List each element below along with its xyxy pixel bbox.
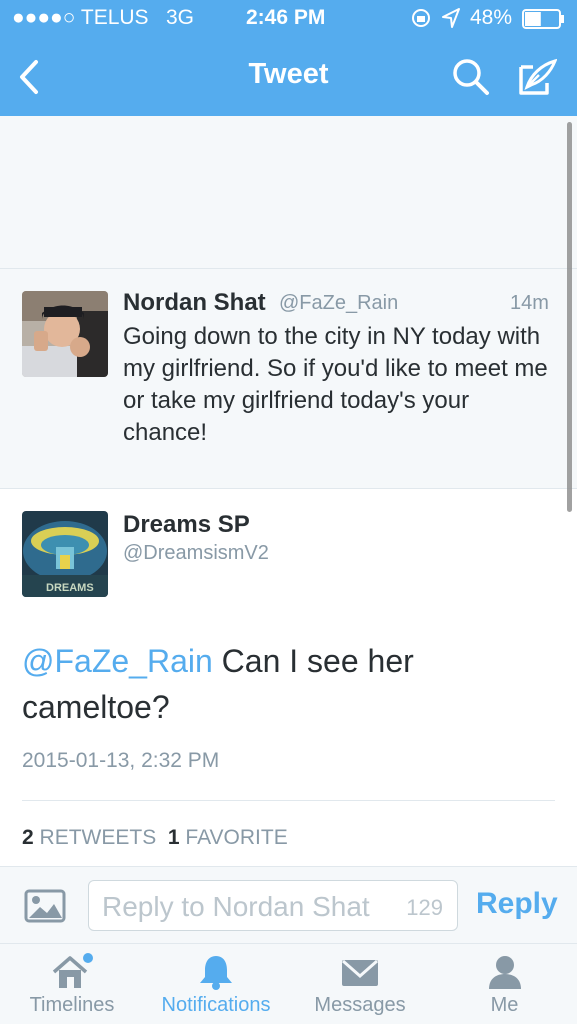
envelope-icon bbox=[340, 952, 380, 997]
location-arrow-icon bbox=[441, 7, 461, 35]
network-label: 3G bbox=[166, 6, 195, 29]
nav-bar: Tweet bbox=[0, 38, 577, 116]
tweet-text: @FaZe_Rain Can I see her cameltoe? bbox=[22, 638, 552, 730]
home-icon bbox=[50, 952, 94, 997]
avatar-label: DREAMS bbox=[46, 582, 94, 594]
search-icon[interactable] bbox=[446, 52, 496, 102]
tab-bar: Timelines Notifications Messages Me bbox=[0, 944, 577, 1024]
author-name: Nordan Shat bbox=[123, 289, 266, 316]
unread-dot bbox=[83, 953, 93, 963]
reply-input[interactable]: Reply to Nordan Shat 129 bbox=[88, 880, 458, 931]
compose-icon[interactable] bbox=[512, 52, 562, 102]
tweet-date: 2015-01-13, 2:32 PM bbox=[22, 749, 220, 772]
mention-link[interactable]: @FaZe_Rain bbox=[22, 643, 213, 679]
favorites-count: 1 bbox=[167, 826, 180, 849]
reply-bar: Reply to Nordan Shat 129 Reply bbox=[0, 866, 577, 944]
tab-label: Messages bbox=[314, 994, 406, 1016]
reply-placeholder: Reply to Nordan Shat bbox=[102, 891, 370, 922]
battery-icon bbox=[522, 9, 566, 35]
char-count: 129 bbox=[406, 895, 443, 920]
divider bbox=[0, 268, 577, 269]
status-bar: ●●●●○ TELUS 3G 2:46 PM 48% bbox=[0, 0, 577, 38]
tweet-stats: 2 RETWEETS 1 FAVORITE bbox=[22, 826, 288, 850]
author-handle[interactable]: @DreamsismV2 bbox=[123, 542, 269, 565]
author-handle[interactable]: @FaZe_Rain bbox=[279, 292, 398, 315]
retweets-label: RETWEETS bbox=[39, 826, 157, 849]
tab-label: Timelines bbox=[29, 994, 115, 1016]
avatar[interactable]: DREAMS bbox=[22, 511, 108, 597]
avatar[interactable] bbox=[22, 291, 108, 377]
scrollbar[interactable] bbox=[567, 122, 572, 512]
divider bbox=[22, 800, 555, 801]
tab-notifications[interactable]: Notifications bbox=[144, 944, 288, 1024]
tweet-text: Going down to the city in NY today with … bbox=[123, 323, 548, 446]
tab-label: Notifications bbox=[161, 994, 271, 1016]
header: ●●●●○ TELUS 3G 2:46 PM 48% Tweet bbox=[0, 0, 577, 116]
tab-label: Me bbox=[490, 994, 519, 1016]
tweet-time: 14m bbox=[510, 292, 549, 314]
photo-icon[interactable] bbox=[24, 889, 66, 928]
tab-messages[interactable]: Messages bbox=[288, 944, 432, 1024]
rotation-lock-icon bbox=[410, 7, 432, 35]
clock: 2:46 PM bbox=[246, 6, 326, 29]
author-name[interactable]: Dreams SP bbox=[123, 511, 250, 539]
retweets-stat[interactable]: 2 RETWEETS bbox=[22, 826, 156, 849]
favorites-stat[interactable]: 1 FAVORITE bbox=[168, 826, 288, 849]
tab-me[interactable]: Me bbox=[432, 944, 577, 1024]
person-icon bbox=[485, 952, 525, 997]
carrier-label: ●●●●○ TELUS bbox=[12, 6, 149, 29]
tab-timelines[interactable]: Timelines bbox=[0, 944, 144, 1024]
retweets-count: 2 bbox=[22, 826, 34, 849]
reply-button[interactable]: Reply bbox=[476, 887, 558, 921]
battery-percent: 48% bbox=[470, 6, 513, 29]
favorites-label: FAVORITE bbox=[185, 826, 288, 849]
bell-icon bbox=[196, 952, 236, 997]
